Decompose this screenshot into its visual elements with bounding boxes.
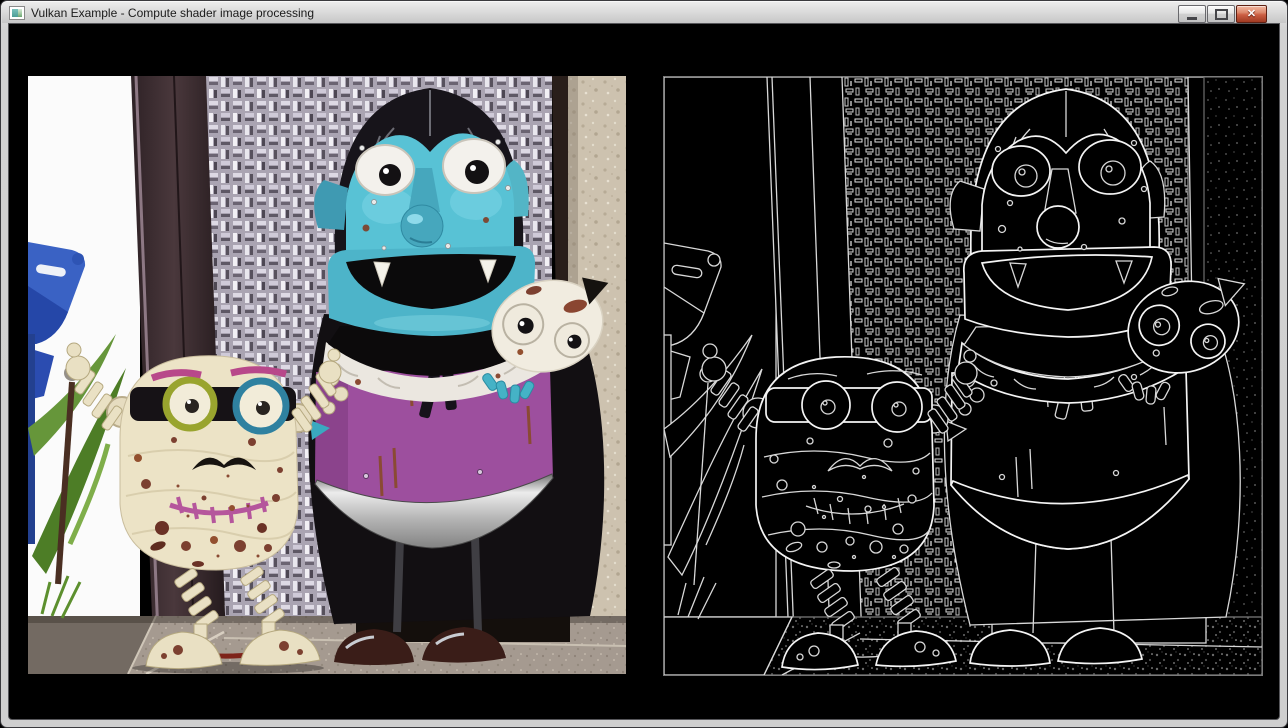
titlebar[interactable]: Vulkan Example - Compute shader image pr… xyxy=(2,2,1286,23)
maximize-button[interactable] xyxy=(1207,5,1235,23)
window-controls: ✕ xyxy=(1178,5,1267,23)
app-window: Vulkan Example - Compute shader image pr… xyxy=(0,0,1288,728)
nose xyxy=(401,205,443,247)
left-ear xyxy=(314,180,348,230)
window-title: Vulkan Example - Compute shader image pr… xyxy=(31,6,314,20)
app-icon xyxy=(9,6,25,20)
fist xyxy=(702,357,726,381)
minimize-button[interactable] xyxy=(1178,5,1206,23)
nose xyxy=(1037,206,1079,248)
client-area xyxy=(8,23,1280,720)
original-image-panel xyxy=(28,76,626,674)
scene-edge-detected xyxy=(664,77,1262,675)
fist xyxy=(955,362,977,384)
edge-output-panel xyxy=(663,76,1263,676)
fist xyxy=(319,361,341,383)
maximize-icon xyxy=(1215,9,1228,20)
left-ear xyxy=(950,181,984,231)
fist xyxy=(66,356,90,380)
close-button[interactable]: ✕ xyxy=(1236,5,1267,23)
minimize-icon xyxy=(1187,17,1197,20)
scene-original xyxy=(28,76,626,674)
close-icon: ✕ xyxy=(1247,9,1256,20)
